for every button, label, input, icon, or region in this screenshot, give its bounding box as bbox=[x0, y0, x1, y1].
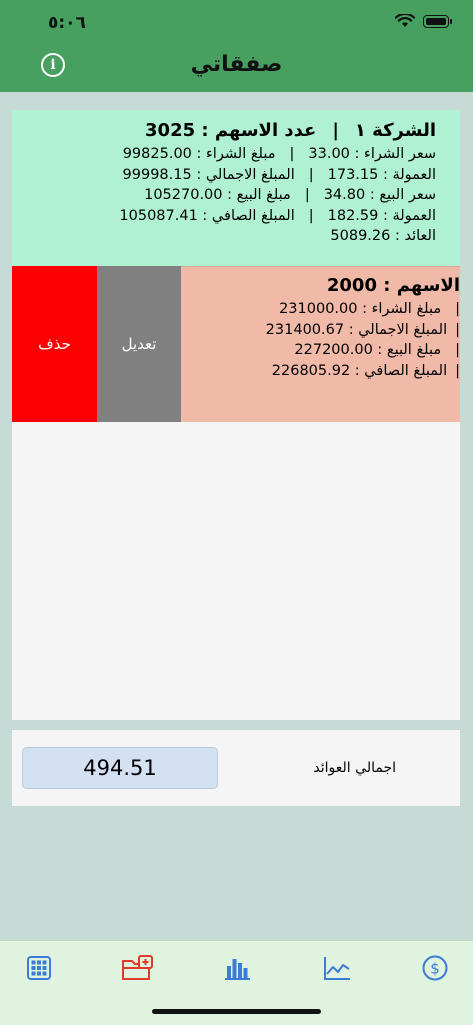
detail-line: |مبلغ البيع : 227200.00 bbox=[294, 342, 460, 358]
edit-button[interactable]: تعديل bbox=[97, 266, 181, 422]
detail-line: العائد : 5089.26 bbox=[12, 226, 436, 247]
sell-commission: العمولة : 182.59 bbox=[327, 207, 436, 224]
status-time: ٥:٠٦ bbox=[48, 13, 86, 33]
return-value: العائد : 5089.26 bbox=[330, 228, 436, 244]
total-amount: المبلغ الاجمالي : 231400.67 bbox=[265, 321, 448, 338]
shares-count: الاسهم : 2000 bbox=[326, 275, 460, 296]
detail-line: |المبلغ الاجمالي : 231400.67 bbox=[265, 321, 460, 338]
net-amount: المبلغ الصافي : 226805.92 bbox=[271, 362, 448, 379]
buy-price: سعر الشراء : 33.00 bbox=[308, 146, 436, 162]
detail-line: سعر الشراء : 33.00|مبلغ الشراء : 99825.0… bbox=[122, 146, 436, 162]
folder-add-icon bbox=[122, 955, 153, 980]
buy-amount: مبلغ الشراء : 99825.00 bbox=[122, 146, 276, 162]
line-chart-icon bbox=[324, 957, 350, 980]
sell-price: سعر البيع : 34.80 bbox=[323, 187, 436, 203]
grid-icon bbox=[27, 956, 51, 980]
detail-line: سعر البيع : 34.80|مبلغ البيع : 105270.00 bbox=[144, 187, 436, 203]
tab-bar-chart[interactable] bbox=[223, 953, 253, 983]
detail-line: |مبلغ الشراء : 231000.00 bbox=[279, 301, 460, 317]
total-returns-value: 494.51 bbox=[22, 747, 218, 789]
totals-panel: اجمالي العوائد 494.51 bbox=[12, 730, 460, 806]
detail-line: |المبلغ الصافي : 226805.92 bbox=[271, 362, 460, 379]
tab-add-transaction[interactable] bbox=[120, 953, 156, 983]
header: ٥:٠٦ i صفقاتي bbox=[0, 0, 473, 92]
buy-amount: مبلغ الشراء : 231000.00 bbox=[279, 301, 442, 317]
net-amount: المبلغ الصافي : 105087.41 bbox=[119, 207, 295, 224]
transaction-card[interactable]: الشركة ١|عدد الاسهم : 3025 سعر الشراء : … bbox=[12, 110, 460, 266]
status-icons bbox=[395, 14, 452, 28]
card-header: الشركة ١|عدد الاسهم : 3025 bbox=[145, 120, 436, 141]
bar-chart-icon bbox=[225, 959, 250, 980]
svg-text:$: $ bbox=[430, 960, 440, 978]
tab-dollar[interactable]: $ bbox=[420, 953, 450, 983]
wifi-icon bbox=[395, 14, 415, 27]
sell-amount: مبلغ البيع : 105270.00 bbox=[144, 187, 291, 203]
delete-button[interactable]: حذف bbox=[12, 266, 97, 422]
total-returns-label: اجمالي العوائد bbox=[313, 760, 396, 776]
detail-line: العمولة : 173.15|المبلغ الاجمالي : 99998… bbox=[122, 166, 436, 183]
page-title: صفقاتي bbox=[190, 52, 283, 77]
shares-count: عدد الاسهم : 3025 bbox=[145, 120, 317, 141]
sell-amount: مبلغ البيع : 227200.00 bbox=[294, 342, 442, 358]
home-indicator bbox=[152, 1009, 321, 1014]
detail-line: العمولة : 182.59|المبلغ الصافي : 105087.… bbox=[119, 207, 436, 224]
transaction-row-swiped[interactable]: حذف تعديل الاسهم : 2000 |مبلغ الشراء : 2… bbox=[12, 266, 460, 422]
transactions-list[interactable]: الشركة ١|عدد الاسهم : 3025 سعر الشراء : … bbox=[12, 110, 460, 720]
tab-line-chart[interactable] bbox=[322, 953, 352, 983]
total-amount: المبلغ الاجمالي : 99998.15 bbox=[122, 166, 295, 183]
transaction-card[interactable]: الاسهم : 2000 |مبلغ الشراء : 231000.00 |… bbox=[181, 266, 460, 422]
dollar-icon: $ bbox=[422, 955, 448, 981]
tab-grid[interactable] bbox=[24, 953, 54, 983]
company-name: الشركة ١ bbox=[354, 120, 436, 141]
battery-icon bbox=[423, 14, 452, 28]
buy-commission: العمولة : 173.15 bbox=[327, 166, 436, 183]
